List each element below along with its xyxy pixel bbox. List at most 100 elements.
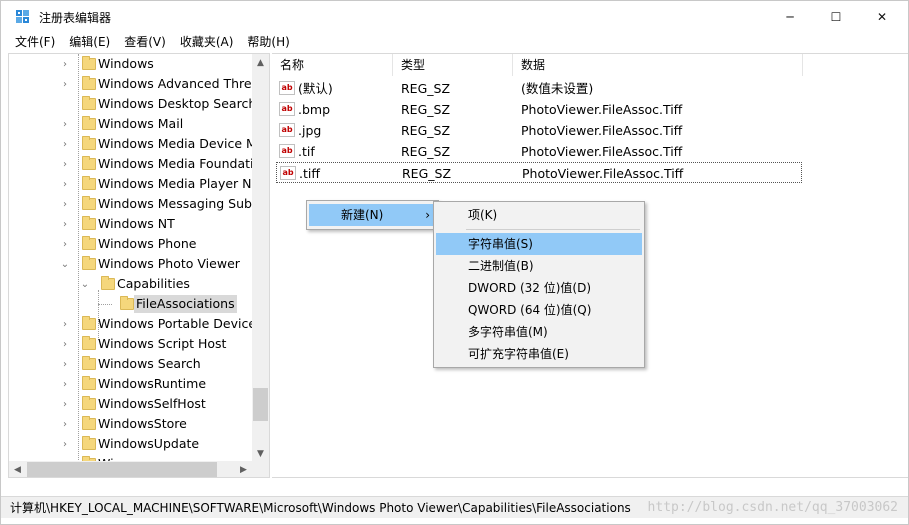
expand-chevron-icon[interactable]: › — [60, 219, 70, 230]
menu-file[interactable]: 文件(F) — [8, 32, 62, 52]
folder-icon — [82, 356, 96, 370]
folder-icon — [82, 416, 96, 430]
value-data: PhotoViewer.FileAssoc.Tiff — [522, 166, 684, 181]
expand-chevron-icon[interactable]: › — [60, 139, 70, 150]
tree-item-label: Windows Script Host — [98, 336, 227, 351]
expand-chevron-icon[interactable]: › — [60, 79, 70, 90]
expand-chevron-icon[interactable]: › — [60, 199, 70, 210]
tree-item-label: Windows Media Device M — [98, 136, 257, 151]
value-data: PhotoViewer.FileAssoc.Tiff — [521, 102, 683, 117]
menu-help[interactable]: 帮助(H) — [240, 32, 296, 52]
menu-item-qword-value[interactable]: QWORD (64 位)值(Q) — [436, 299, 642, 321]
tree-item-label: WindowsUpdate — [98, 436, 200, 451]
tree-item-label: Windows Phone — [98, 236, 197, 251]
expand-chevron-icon[interactable]: › — [60, 159, 70, 170]
menu-item-new[interactable]: 新建(N) › — [309, 204, 436, 226]
expand-chevron-icon[interactable]: › — [60, 439, 70, 450]
value-row[interactable]: ab .tif REG_SZ PhotoViewer.FileAssoc.Tif… — [272, 141, 802, 162]
value-data: (数值未设置) — [521, 81, 594, 96]
menu-view[interactable]: 查看(V) — [117, 32, 173, 52]
regedit-window: 注册表编辑器 ─ ☐ ✕ 文件(F) 编辑(E) 查看(V) 收藏夹(A) 帮助… — [0, 0, 909, 525]
value-row[interactable]: ab .bmp REG_SZ PhotoViewer.FileAssoc.Tif… — [272, 99, 802, 120]
folder-icon — [82, 116, 96, 130]
expand-chevron-icon[interactable]: › — [60, 179, 70, 190]
menu-item-key[interactable]: 项(K) — [436, 204, 642, 226]
column-header-type[interactable]: 类型 — [393, 54, 513, 76]
menu-item-label: 新建(N) — [341, 208, 384, 222]
menu-item-dword-value[interactable]: DWORD (32 位)值(D) — [436, 277, 642, 299]
regedit-icon — [16, 10, 29, 23]
menu-item-string-value[interactable]: 字符串值(S) — [436, 233, 642, 255]
close-button[interactable]: ✕ — [859, 1, 905, 32]
expand-chevron-icon[interactable]: › — [60, 319, 70, 330]
value-data: PhotoViewer.FileAssoc.Tiff — [521, 144, 683, 159]
expand-chevron-icon[interactable]: › — [60, 59, 70, 70]
value-type: REG_SZ — [401, 123, 451, 138]
context-menu: 新建(N) › — [306, 200, 439, 230]
tree-item-label: Windows Media Foundatic — [98, 156, 261, 171]
value-data: PhotoViewer.FileAssoc.Tiff — [521, 123, 683, 138]
scrollbar-corner — [252, 461, 269, 477]
value-row[interactable]: ab .jpg REG_SZ PhotoViewer.FileAssoc.Tif… — [272, 120, 802, 141]
expand-chevron-icon[interactable]: › — [60, 239, 70, 250]
expand-chevron-icon[interactable]: › — [60, 359, 70, 370]
folder-icon — [82, 176, 96, 190]
tree-item-label: FileAssociations — [134, 295, 237, 313]
maximize-button[interactable]: ☐ — [813, 1, 859, 32]
expand-chevron-icon[interactable]: › — [60, 119, 70, 130]
value-name: .bmp — [298, 102, 331, 117]
expand-chevron-icon[interactable]: › — [60, 399, 70, 410]
string-value-icon: ab — [279, 102, 295, 116]
scroll-up-icon[interactable]: ▲ — [252, 54, 269, 71]
value-type: REG_SZ — [401, 144, 451, 159]
value-row[interactable]: ab (默认) REG_SZ (数值未设置) — [272, 78, 802, 99]
folder-icon — [82, 336, 96, 350]
folder-icon — [82, 136, 96, 150]
collapse-chevron-icon[interactable]: ⌄ — [80, 279, 90, 290]
close-icon: ✕ — [876, 9, 888, 24]
maximize-icon: ☐ — [830, 9, 842, 24]
expand-chevron-icon[interactable]: › — [60, 339, 70, 350]
minimize-button[interactable]: ─ — [767, 1, 813, 32]
folder-icon — [120, 296, 134, 310]
title-bar: 注册表编辑器 ─ ☐ ✕ — [1, 1, 908, 32]
folder-icon — [82, 436, 96, 450]
menu-favorites[interactable]: 收藏夹(A) — [173, 32, 241, 52]
string-value-icon: ab — [279, 81, 295, 95]
expand-chevron-icon[interactable]: › — [60, 419, 70, 430]
folder-icon — [82, 196, 96, 210]
menu-item-expandable-string-value[interactable]: 可扩充字符串值(E) — [436, 343, 642, 365]
column-header-name[interactable]: 名称 — [272, 54, 393, 76]
folder-icon — [82, 376, 96, 390]
scroll-thumb[interactable] — [253, 388, 268, 421]
menu-item-binary-value[interactable]: 二进制值(B) — [436, 255, 642, 277]
tree-vertical-scrollbar[interactable]: ▲ ▼ — [252, 54, 269, 462]
folder-icon — [82, 236, 96, 250]
menu-edit[interactable]: 编辑(E) — [62, 32, 117, 52]
registry-tree[interactable]: › Windows › Windows Advanced Threat Wind… — [8, 53, 270, 478]
folder-icon — [82, 76, 96, 90]
collapse-chevron-icon[interactable]: ⌄ — [60, 259, 70, 270]
expand-chevron-icon[interactable]: › — [60, 379, 70, 390]
folder-icon — [82, 256, 96, 270]
window-title: 注册表编辑器 — [39, 11, 112, 25]
scroll-right-icon[interactable]: ▶ — [235, 461, 252, 477]
new-submenu: 项(K) 字符串值(S) 二进制值(B) DWORD (32 位)值(D) QW… — [433, 201, 645, 368]
menu-item-multi-string-value[interactable]: 多字符串值(M) — [436, 321, 642, 343]
tree-item-label: Windows Portable Devices — [98, 316, 263, 331]
tree-item-label: Capabilities — [117, 276, 190, 291]
current-key-path: 计算机\HKEY_LOCAL_MACHINE\SOFTWARE\Microsof… — [10, 501, 631, 515]
tree-item-label: Windows Advanced Threat — [98, 76, 265, 91]
value-name: .tif — [298, 144, 315, 159]
tree-item-label: Windows Desktop Search — [98, 96, 257, 111]
expand-chevron-icon[interactable] — [60, 99, 70, 109]
scroll-down-icon[interactable]: ▼ — [252, 445, 269, 462]
value-name: .tiff — [299, 166, 320, 181]
folder-icon — [101, 276, 115, 290]
value-row-focused[interactable]: ab .tiff REG_SZ PhotoViewer.FileAssoc.Ti… — [276, 162, 802, 183]
scroll-left-icon[interactable]: ◀ — [9, 461, 26, 477]
value-name: .jpg — [298, 123, 322, 138]
scroll-thumb[interactable] — [27, 462, 217, 477]
tree-horizontal-scrollbar[interactable]: ◀ ▶ — [9, 461, 252, 477]
column-header-data[interactable]: 数据 — [513, 54, 803, 76]
